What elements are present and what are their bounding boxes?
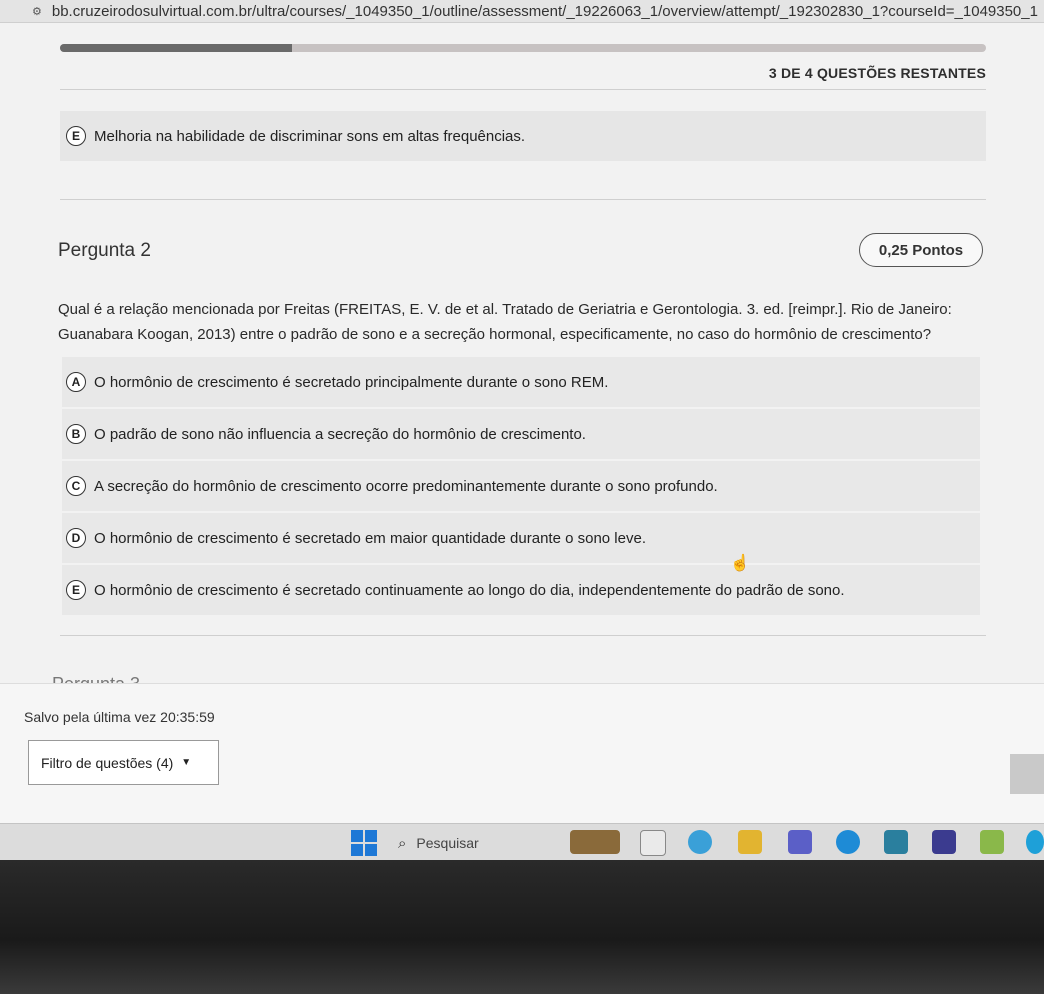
question-title: Pergunta 2: [58, 240, 151, 261]
edge-icon[interactable]: [836, 830, 860, 854]
app-icon[interactable]: [980, 830, 1004, 854]
option-b[interactable]: B O padrão de sono não influencia a secr…: [62, 409, 980, 459]
progress-bar: [60, 44, 986, 52]
store-icon[interactable]: [884, 830, 908, 854]
laptop-bezel: [0, 860, 1044, 994]
option-e[interactable]: E O hormônio de crescimento é secretado …: [62, 565, 980, 615]
next-question-title: Pergunta 3: [52, 674, 140, 683]
option-text: O hormônio de crescimento é secretado pr…: [94, 373, 609, 391]
option-letter: E: [66, 580, 86, 600]
option-text: O padrão de sono não influencia a secreç…: [94, 425, 586, 443]
windows-start-icon[interactable]: [351, 830, 377, 856]
previous-question-option-e[interactable]: E Melhoria na habilidade de discriminar …: [60, 111, 986, 161]
copilot-icon[interactable]: [688, 830, 712, 854]
chevron-down-icon: ▼: [181, 757, 192, 768]
option-text: O hormônio de crescimento é secretado em…: [94, 529, 646, 547]
divider: [60, 199, 986, 200]
progress-fill: [60, 44, 292, 52]
option-letter: E: [66, 126, 86, 146]
app-icon[interactable]: [932, 830, 956, 854]
search-label: Pesquisar: [416, 835, 479, 851]
hand-cursor-icon: ☝: [730, 555, 750, 572]
question-filter-dropdown[interactable]: Filtro de questões (4) ▼: [28, 740, 219, 785]
option-letter: D: [66, 528, 86, 548]
task-view-icon[interactable]: [640, 830, 666, 856]
questions-remaining: 3 DE 4 QUESTÕES RESTANTES: [768, 65, 986, 81]
filter-label: Filtro de questões (4): [41, 754, 174, 771]
option-text: A secreção do hormônio de crescimento oc…: [94, 477, 718, 495]
search-icon: ⌕: [398, 834, 407, 852]
option-a[interactable]: A O hormônio de crescimento é secretado …: [62, 357, 980, 407]
option-text: O hormônio de crescimento é secretado co…: [94, 581, 845, 599]
browser-address-bar[interactable]: ⚙ bb.cruzeirodosulvirtual.com.br/ultra/c…: [0, 0, 1044, 23]
option-c[interactable]: C A secreção do hormônio de crescimento …: [62, 461, 980, 511]
assessment-footer: Salvo pela última vez 20:35:59 Filtro de…: [0, 683, 1044, 824]
assessment-page: 3 DE 4 QUESTÕES RESTANTES E Melhoria na …: [0, 23, 1044, 683]
taskbar-search[interactable]: ⌕ Pesquisar: [398, 830, 558, 856]
points-badge: 0,25 Pontos: [859, 233, 983, 267]
option-d[interactable]: D O hormônio de crescimento é secretado …: [62, 513, 980, 563]
side-panel-button[interactable]: [1010, 754, 1044, 794]
answer-options: A O hormônio de crescimento é secretado …: [62, 357, 980, 617]
teams-icon[interactable]: [788, 830, 812, 854]
option-letter: B: [66, 424, 86, 444]
saved-status: Salvo pela última vez 20:35:59: [24, 709, 215, 725]
app-icon[interactable]: [1026, 830, 1044, 854]
option-text: Melhoria na habilidade de discriminar so…: [94, 127, 526, 145]
divider: [60, 635, 986, 636]
option-letter: C: [66, 476, 86, 496]
divider: [60, 89, 986, 90]
file-explorer-icon[interactable]: [738, 830, 762, 854]
option-letter: A: [66, 372, 86, 392]
site-settings-icon[interactable]: ⚙: [32, 5, 42, 18]
question-text: Qual é a relação mencionada por Freitas …: [58, 301, 952, 343]
windows-taskbar: ⌕ Pesquisar: [0, 823, 1044, 860]
widgets-icon[interactable]: [570, 830, 620, 854]
url-text[interactable]: bb.cruzeirodosulvirtual.com.br/ultra/cou…: [52, 3, 1038, 20]
